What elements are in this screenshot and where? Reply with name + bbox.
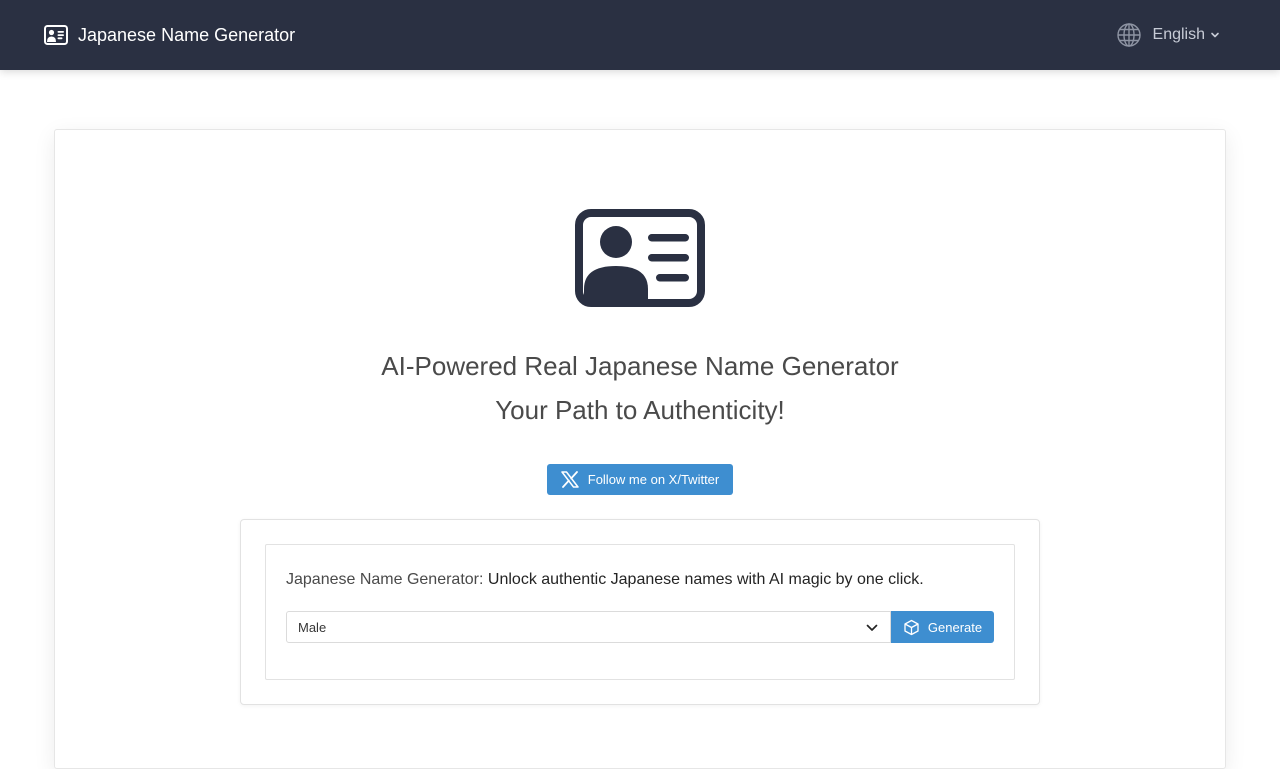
chevron-down-icon bbox=[866, 624, 878, 631]
hero-subtitle: Your Path to Authenticity! bbox=[495, 395, 785, 425]
generator-description: Japanese Name Generator: Unlock authenti… bbox=[286, 571, 924, 589]
gender-select-value: Male bbox=[298, 620, 327, 635]
follow-twitter-button[interactable]: Follow me on X/Twitter bbox=[547, 464, 733, 495]
navbar: Japanese Name Generator English bbox=[0, 0, 1280, 70]
brand-link[interactable]: Japanese Name Generator bbox=[44, 0, 295, 70]
id-card-icon bbox=[575, 209, 705, 307]
language-selector[interactable]: English bbox=[1116, 0, 1220, 70]
id-card-icon bbox=[44, 25, 68, 45]
generator-label: Japanese Name Generator: bbox=[286, 571, 484, 588]
brand-title: Japanese Name Generator bbox=[78, 24, 296, 45]
generator-description-text: Unlock authentic Japanese names with AI … bbox=[487, 571, 924, 588]
follow-twitter-label: Follow me on X/Twitter bbox=[587, 472, 720, 487]
hero-title: AI-Powered Real Japanese Name Generator bbox=[381, 351, 899, 381]
x-twitter-icon bbox=[561, 471, 579, 488]
language-label: English bbox=[1152, 26, 1205, 43]
chevron-down-icon bbox=[1211, 32, 1219, 38]
generate-label: Generate bbox=[927, 619, 983, 635]
globe-icon bbox=[1116, 23, 1141, 47]
gender-select[interactable]: Male bbox=[286, 611, 891, 643]
generate-button[interactable]: Generate bbox=[891, 611, 994, 643]
cube-icon bbox=[904, 619, 919, 635]
